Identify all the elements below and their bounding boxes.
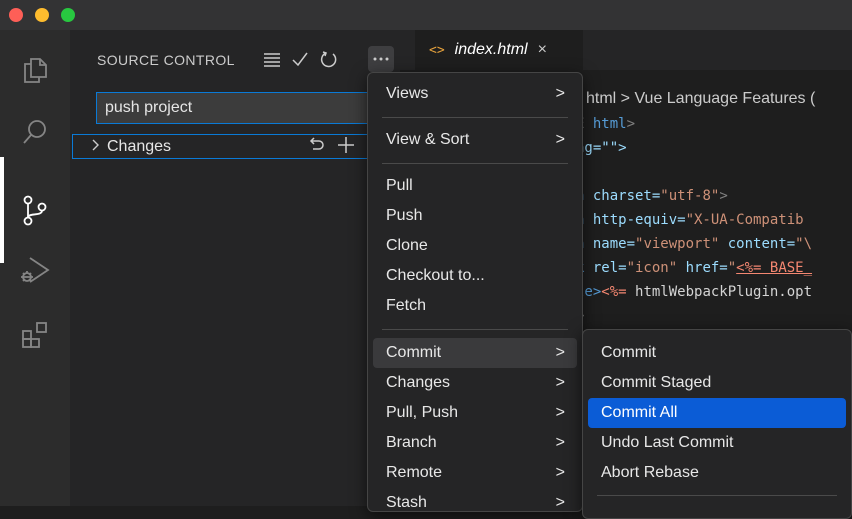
chevron-right-icon: >	[555, 404, 565, 421]
code-line: ng="">	[576, 140, 627, 156]
source-control-button[interactable]	[0, 180, 70, 240]
submenu-item-abort-rebase[interactable]: Abort Rebase	[588, 458, 846, 488]
discard-changes-button[interactable]	[307, 136, 325, 159]
discard-icon	[309, 137, 324, 150]
menu-item-clone[interactable]: Clone	[373, 231, 577, 261]
code-line: E html>	[576, 116, 636, 132]
menu-separator	[382, 117, 568, 118]
extensions-icon	[22, 322, 47, 348]
chevron-right-icon: >	[555, 374, 565, 391]
view-as-tree-button[interactable]	[259, 46, 285, 72]
check-icon	[292, 52, 308, 67]
code-line: a http-equiv="X-UA-Compatib	[576, 212, 804, 228]
panel-title: SOURCE CONTROL	[97, 52, 235, 68]
ellipsis-icon	[373, 57, 389, 61]
menu-item-fetch[interactable]: Fetch	[373, 291, 577, 321]
files-icon	[24, 58, 47, 83]
menu-separator	[382, 163, 568, 164]
run-debug-button[interactable]	[0, 240, 70, 300]
menu-item-changes[interactable]: Changes >	[373, 368, 577, 398]
tab-index-html[interactable]: <> index.html ×	[415, 30, 583, 70]
chevron-right-icon: >	[555, 131, 565, 148]
menu-item-commit[interactable]: Commit >	[373, 338, 577, 368]
chevron-right-icon: >	[555, 85, 565, 102]
list-icon	[264, 53, 280, 67]
tab-label: index.html	[454, 41, 528, 58]
refresh-button[interactable]	[316, 46, 342, 72]
menu-item-pull[interactable]: Pull	[373, 171, 577, 201]
close-window-button[interactable]	[9, 8, 23, 22]
more-actions-button[interactable]	[368, 46, 394, 72]
run-debug-icon	[21, 257, 50, 283]
menu-item-stash[interactable]: Stash >	[373, 488, 577, 518]
menu-item-push[interactable]: Push	[373, 201, 577, 231]
submenu-item-commit-all[interactable]: Commit All	[588, 398, 846, 428]
html-file-icon: <>	[429, 42, 445, 58]
submenu-item-undo-last-commit[interactable]: Undo Last Commit	[588, 428, 846, 458]
refresh-icon	[320, 51, 337, 68]
menu-item-pull-push[interactable]: Pull, Push >	[373, 398, 577, 428]
source-control-icon	[23, 195, 47, 226]
submenu-item-commit-staged[interactable]: Commit Staged	[588, 368, 846, 398]
minimize-window-button[interactable]	[35, 8, 49, 22]
close-tab-button[interactable]: ×	[538, 41, 547, 59]
changes-label: Changes	[107, 137, 172, 155]
zoom-window-button[interactable]	[61, 8, 75, 22]
title-bar	[0, 0, 852, 30]
breadcrumb[interactable]: html > Vue Language Features (	[586, 90, 815, 108]
submenu-item-commit[interactable]: Commit	[588, 338, 846, 368]
commit-check-button[interactable]	[287, 46, 313, 72]
search-icon	[23, 120, 46, 144]
chevron-right-icon: >	[555, 434, 565, 451]
stage-all-button[interactable]	[337, 136, 355, 159]
chevron-right-icon: >	[555, 464, 565, 481]
chevron-right-icon: >	[555, 344, 565, 361]
chevron-right-icon: >	[555, 494, 565, 511]
menu-separator	[382, 329, 568, 330]
explorer-button[interactable]	[0, 40, 70, 100]
menu-item-branch[interactable]: Branch >	[373, 428, 577, 458]
source-control-panel: SOURCE CONTROL Changes	[70, 30, 452, 506]
plus-icon	[338, 137, 354, 153]
menu-item-remote[interactable]: Remote >	[373, 458, 577, 488]
menu-item-view-sort[interactable]: View & Sort >	[373, 125, 577, 155]
menu-item-checkout[interactable]: Checkout to...	[373, 261, 577, 291]
activity-bar	[0, 30, 70, 506]
search-button[interactable]	[0, 102, 70, 162]
extensions-button[interactable]	[0, 305, 70, 365]
more-actions-menu: Views > View & Sort > Pull Push Clone Chec…	[367, 72, 583, 512]
menu-separator	[597, 495, 837, 496]
chevron-right-icon	[91, 138, 99, 156]
code-line: a name="viewport" content="\	[576, 236, 813, 252]
code-line: a charset="utf-8">	[576, 188, 728, 204]
code-line: k rel="icon" href="<%= BASE_	[576, 260, 813, 276]
code-line: le><%= htmlWebpackPlugin.opt	[576, 284, 813, 300]
menu-item-views[interactable]: Views >	[373, 79, 577, 109]
commit-submenu: Commit Commit Staged Commit All Undo Las…	[582, 329, 852, 519]
